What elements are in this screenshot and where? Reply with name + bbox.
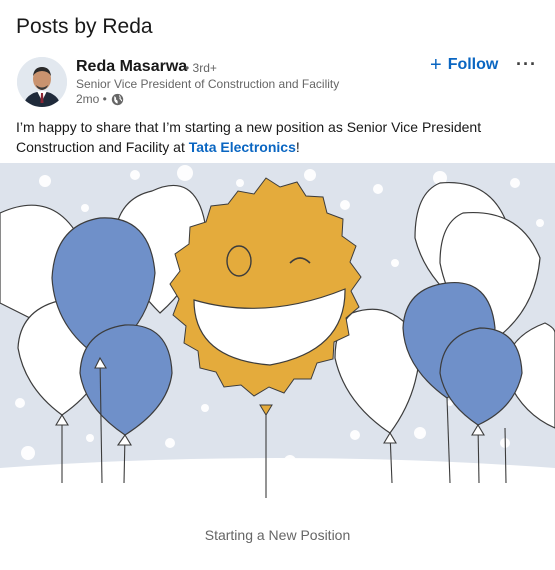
author-headline: Senior Vice President of Construction an… bbox=[76, 77, 340, 91]
celebration-illustration bbox=[0, 163, 555, 498]
post-text: I’m happy to share that I’m starting a n… bbox=[16, 117, 536, 157]
author-name[interactable]: Reda Masarwa bbox=[76, 58, 187, 76]
post-meta: 2mo • bbox=[76, 92, 124, 106]
plus-icon: + bbox=[430, 54, 442, 76]
post-time: 2mo • bbox=[76, 92, 107, 106]
ellipsis-icon[interactable]: ··· bbox=[516, 54, 537, 75]
avatar[interactable] bbox=[17, 57, 67, 107]
follow-button[interactable]: + Follow bbox=[430, 54, 498, 76]
media-caption: Starting a New Position bbox=[204, 527, 351, 543]
connection-degree: • 3rd+ bbox=[185, 61, 217, 75]
page-title: Posts by Reda bbox=[16, 15, 153, 38]
post-text-end: ! bbox=[295, 139, 300, 155]
post-media-image[interactable] bbox=[0, 163, 555, 498]
avatar-photo bbox=[17, 57, 67, 107]
company-mention-link[interactable]: Tata Electronics bbox=[189, 139, 296, 155]
globe-icon bbox=[111, 93, 124, 106]
follow-label: Follow bbox=[447, 56, 499, 73]
